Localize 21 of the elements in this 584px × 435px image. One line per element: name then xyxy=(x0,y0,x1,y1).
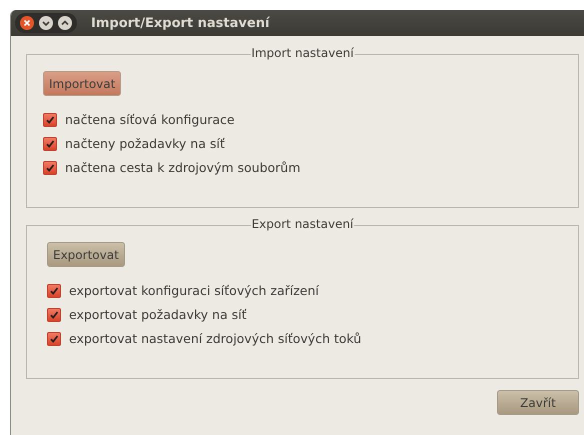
close-icon[interactable] xyxy=(19,15,35,31)
checkbox-label: načtena cesta k zdrojovým souborům xyxy=(65,160,300,175)
minimize-icon[interactable] xyxy=(38,15,54,31)
close-button[interactable]: Zavřít xyxy=(497,390,579,415)
checkbox[interactable] xyxy=(47,284,61,298)
maximize-icon[interactable] xyxy=(57,15,73,31)
checkbox-label: exportovat konfiguraci síťových zařízení xyxy=(69,283,319,298)
checkbox-label: načteny požadavky na síť xyxy=(65,136,225,151)
group-title: Export nastavení xyxy=(250,217,354,231)
checkbox-label: exportovat požadavky na síť xyxy=(69,307,246,322)
action-button[interactable]: Importovat xyxy=(43,71,122,96)
checkbox-label: exportovat nastavení zdrojových síťových toků xyxy=(69,331,362,346)
checkbox-label: načtena síťová konfigurace xyxy=(65,112,235,127)
checkbox[interactable] xyxy=(47,332,61,346)
checkbox[interactable] xyxy=(43,136,57,150)
checkbox[interactable] xyxy=(43,112,57,126)
checkbox[interactable] xyxy=(43,160,57,174)
group-title: Import nastavení xyxy=(250,46,355,60)
action-button[interactable]: Exportovat xyxy=(47,242,125,267)
checkbox[interactable] xyxy=(47,308,61,322)
window-title: Import/Export nastavení xyxy=(91,16,270,30)
